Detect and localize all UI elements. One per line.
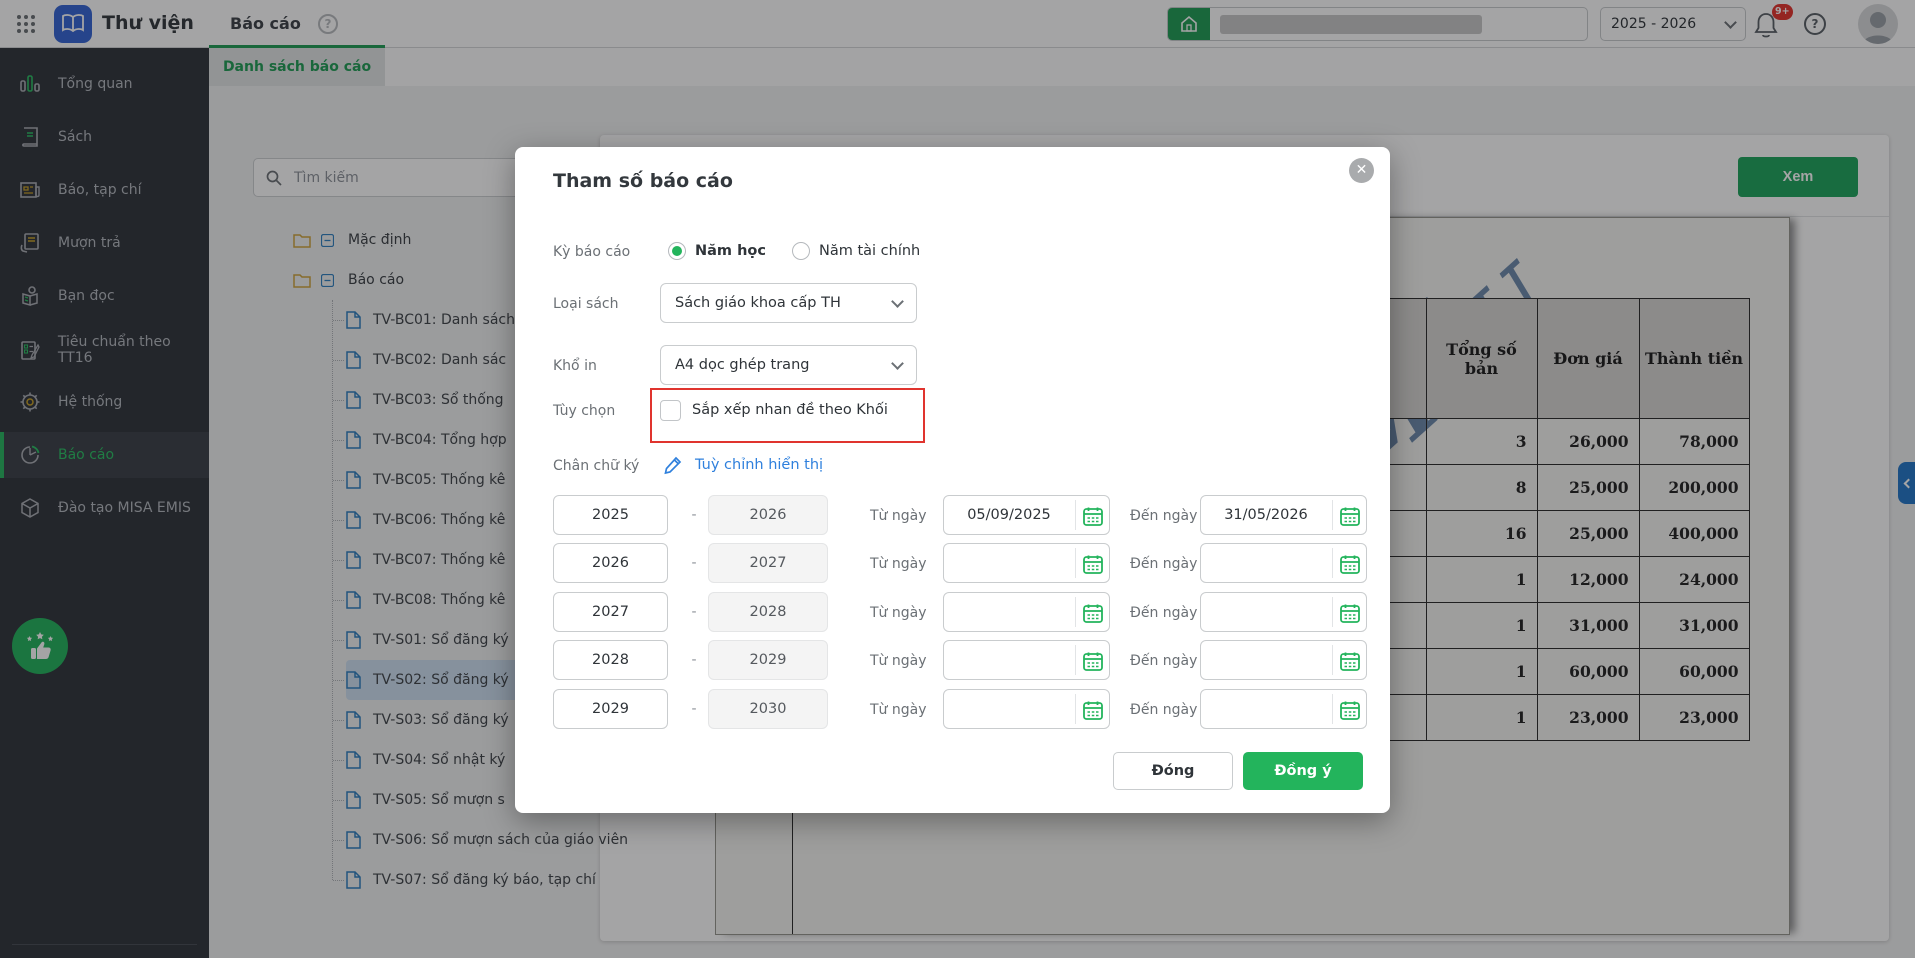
calendar-icon[interactable] xyxy=(1339,602,1361,624)
book-type-value: Sách giáo khoa cấp TH xyxy=(675,295,841,311)
from-date-input[interactable] xyxy=(944,690,1074,728)
close-button[interactable]: Đóng xyxy=(1113,752,1233,790)
annotation-red-box xyxy=(650,388,925,443)
report-params-modal: Tham số báo cáo ✕ Kỳ báo cáo Năm học Năm… xyxy=(515,147,1390,813)
to-date-field[interactable] xyxy=(1200,640,1367,680)
app-root: Thư viện Báo cáo ? 2025 - 2026 9+ ? Tổng… xyxy=(0,0,1915,958)
options-label: Tùy chọn xyxy=(553,403,616,419)
print-size-label: Khổ in xyxy=(553,358,597,374)
radio-nam-hoc[interactable] xyxy=(668,242,686,260)
year-start-input[interactable] xyxy=(553,689,668,729)
to-date-field[interactable] xyxy=(1200,592,1367,632)
pencil-icon[interactable] xyxy=(663,455,683,475)
chevron-down-icon xyxy=(891,356,904,370)
dash: - xyxy=(691,652,697,668)
customize-signature-link[interactable]: Tuỳ chỉnh hiển thị xyxy=(695,457,823,473)
to-date-field[interactable] xyxy=(1200,543,1367,583)
book-type-label: Loại sách xyxy=(553,296,619,312)
calendar-icon[interactable] xyxy=(1082,602,1104,624)
year-start-input[interactable] xyxy=(553,495,668,535)
dash: - xyxy=(691,701,697,717)
from-date-field[interactable] xyxy=(943,640,1110,680)
calendar-icon[interactable] xyxy=(1082,699,1104,721)
dash: - xyxy=(691,555,697,571)
year-start-input[interactable] xyxy=(553,640,668,680)
radio-label-nam-hoc[interactable]: Năm học xyxy=(695,243,766,259)
year-end-input xyxy=(708,592,828,632)
dash: - xyxy=(691,507,697,523)
calendar-icon[interactable] xyxy=(1082,553,1104,575)
from-date-label: Từ ngày xyxy=(870,702,927,718)
from-date-input[interactable] xyxy=(944,496,1074,534)
to-date-field[interactable] xyxy=(1200,495,1367,535)
to-date-input[interactable] xyxy=(1201,690,1331,728)
to-date-input[interactable] xyxy=(1201,544,1331,582)
from-date-label: Từ ngày xyxy=(870,653,927,669)
year-end-input xyxy=(708,640,828,680)
year-start-input[interactable] xyxy=(553,543,668,583)
to-date-label: Đến ngày xyxy=(1130,556,1198,572)
calendar-icon[interactable] xyxy=(1082,650,1104,672)
from-date-field[interactable] xyxy=(943,592,1110,632)
period-label: Kỳ báo cáo xyxy=(553,244,631,260)
from-date-label: Từ ngày xyxy=(870,605,927,621)
to-date-label: Đến ngày xyxy=(1130,605,1198,621)
year-start-input[interactable] xyxy=(553,592,668,632)
book-type-select[interactable]: Sách giáo khoa cấp TH xyxy=(660,283,917,323)
from-date-input[interactable] xyxy=(944,544,1074,582)
to-date-input[interactable] xyxy=(1201,496,1331,534)
calendar-icon[interactable] xyxy=(1339,505,1361,527)
signature-label: Chân chữ ký xyxy=(553,458,640,474)
chevron-down-icon xyxy=(891,294,904,308)
from-date-label: Từ ngày xyxy=(870,508,927,524)
to-date-field[interactable] xyxy=(1200,689,1367,729)
print-size-select[interactable]: A4 dọc ghép trang xyxy=(660,345,917,385)
radio-label-nam-tai-chinh[interactable]: Năm tài chính xyxy=(819,243,920,259)
calendar-icon[interactable] xyxy=(1339,553,1361,575)
from-date-field[interactable] xyxy=(943,495,1110,535)
dash: - xyxy=(691,604,697,620)
from-date-field[interactable] xyxy=(943,689,1110,729)
calendar-icon[interactable] xyxy=(1082,505,1104,527)
radio-nam-tai-chinh[interactable] xyxy=(792,242,810,260)
from-date-field[interactable] xyxy=(943,543,1110,583)
year-end-input xyxy=(708,543,828,583)
print-size-value: A4 dọc ghép trang xyxy=(675,357,810,373)
to-date-label: Đến ngày xyxy=(1130,653,1198,669)
from-date-input[interactable] xyxy=(944,593,1074,631)
to-date-input[interactable] xyxy=(1201,641,1331,679)
to-date-label: Đến ngày xyxy=(1130,508,1198,524)
close-icon[interactable]: ✕ xyxy=(1349,158,1374,183)
modal-title: Tham số báo cáo xyxy=(553,170,733,192)
calendar-icon[interactable] xyxy=(1339,699,1361,721)
year-end-input xyxy=(708,689,828,729)
calendar-icon[interactable] xyxy=(1339,650,1361,672)
to-date-label: Đến ngày xyxy=(1130,702,1198,718)
year-end-input xyxy=(708,495,828,535)
from-date-input[interactable] xyxy=(944,641,1074,679)
confirm-button[interactable]: Đồng ý xyxy=(1243,752,1363,790)
from-date-label: Từ ngày xyxy=(870,556,927,572)
to-date-input[interactable] xyxy=(1201,593,1331,631)
